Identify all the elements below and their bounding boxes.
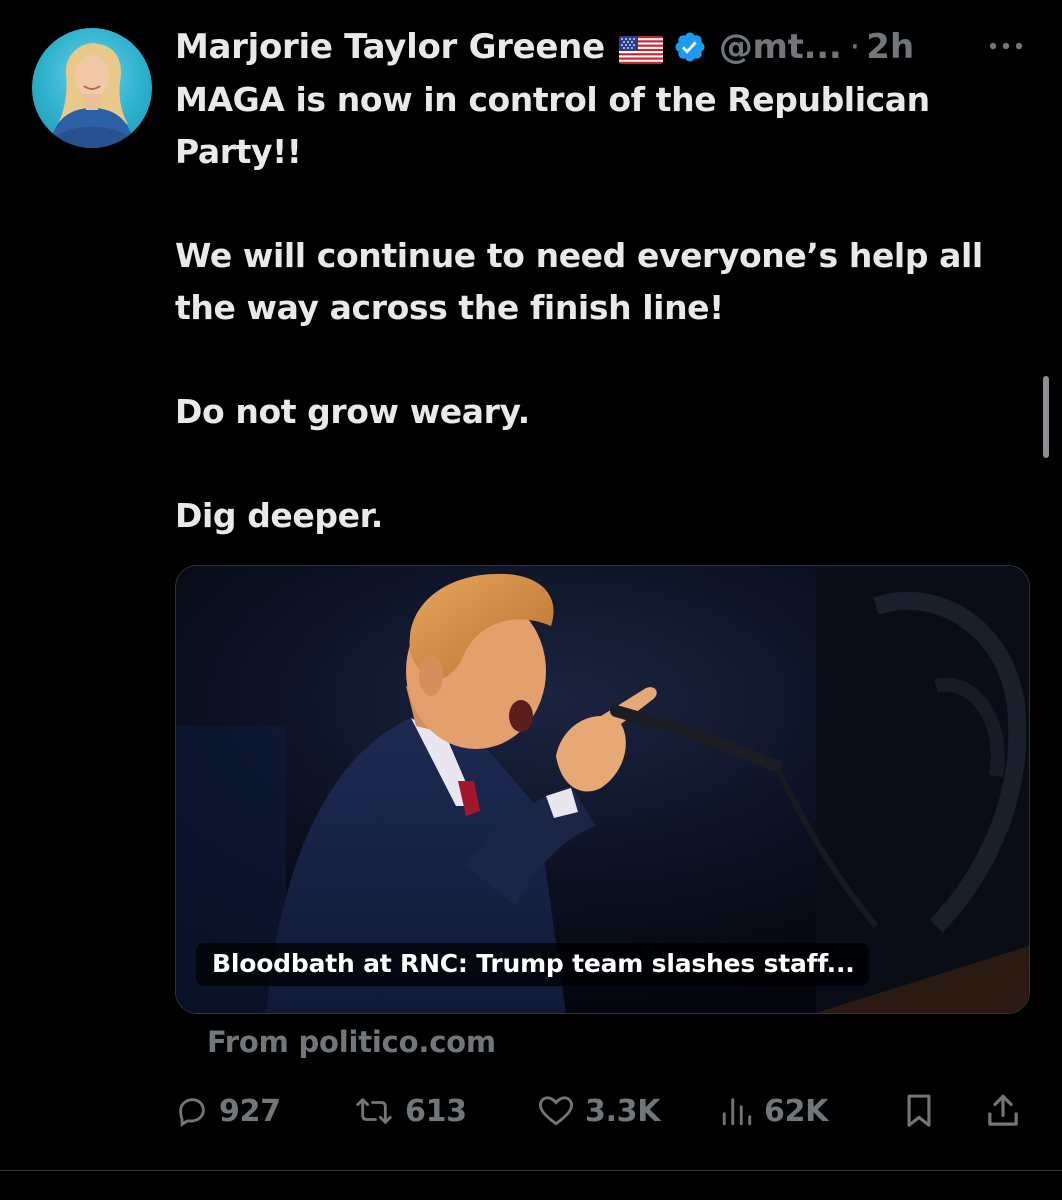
repost-icon xyxy=(353,1094,405,1128)
scrollbar[interactable] xyxy=(1043,376,1049,458)
tweet-paragraph: Do not grow weary. xyxy=(175,392,530,431)
tweet-divider xyxy=(0,1170,1062,1171)
bookmark-button[interactable] xyxy=(902,1088,946,1134)
tweet-paragraph: We will continue to need everyone’s help… xyxy=(175,236,983,327)
repost-count: 613 xyxy=(405,1093,467,1129)
link-card[interactable]: Bloodbath at RNC: Trump team slashes sta… xyxy=(175,565,1030,1014)
author-avatar[interactable] xyxy=(32,28,152,148)
bookmark-icon xyxy=(902,1092,946,1130)
share-button[interactable] xyxy=(985,1088,1031,1134)
views-icon xyxy=(720,1094,764,1128)
heart-icon xyxy=(537,1094,585,1128)
tweet-text: MAGA is now in control of the Republican… xyxy=(175,74,1045,542)
share-icon xyxy=(985,1092,1031,1130)
more-horizontal-icon[interactable] xyxy=(985,36,1027,56)
views-count: 62K xyxy=(764,1093,829,1129)
tweet-header: Marjorie Taylor Greene @mt... · 2h xyxy=(175,22,914,72)
card-headline[interactable]: Bloodbath at RNC: Trump team slashes sta… xyxy=(196,943,869,986)
tweet[interactable]: Marjorie Taylor Greene @mt... · 2h MAGA … xyxy=(0,0,1062,1170)
reply-icon xyxy=(175,1094,219,1128)
avatar-photo xyxy=(50,43,134,148)
author-handle[interactable]: @mt... xyxy=(719,27,842,67)
author-display-name[interactable]: Marjorie Taylor Greene xyxy=(175,27,605,67)
tweet-timestamp[interactable]: 2h xyxy=(866,27,914,67)
views-button[interactable]: 62K xyxy=(720,1088,828,1134)
action-bar: 927 613 3.3K 62K xyxy=(175,1088,1035,1134)
repost-button[interactable]: 613 xyxy=(353,1088,467,1134)
header-separator: · xyxy=(849,27,861,67)
card-source[interactable]: From politico.com xyxy=(207,1025,496,1059)
like-count: 3.3K xyxy=(585,1093,661,1129)
us-flag-icon xyxy=(618,33,663,64)
like-button[interactable]: 3.3K xyxy=(537,1088,661,1134)
reply-count: 927 xyxy=(219,1093,281,1129)
reply-button[interactable]: 927 xyxy=(175,1088,281,1134)
tweet-paragraph: MAGA is now in control of the Republican… xyxy=(175,80,930,171)
verified-badge-icon[interactable] xyxy=(673,30,707,64)
tweet-paragraph: Dig deeper. xyxy=(175,496,383,535)
